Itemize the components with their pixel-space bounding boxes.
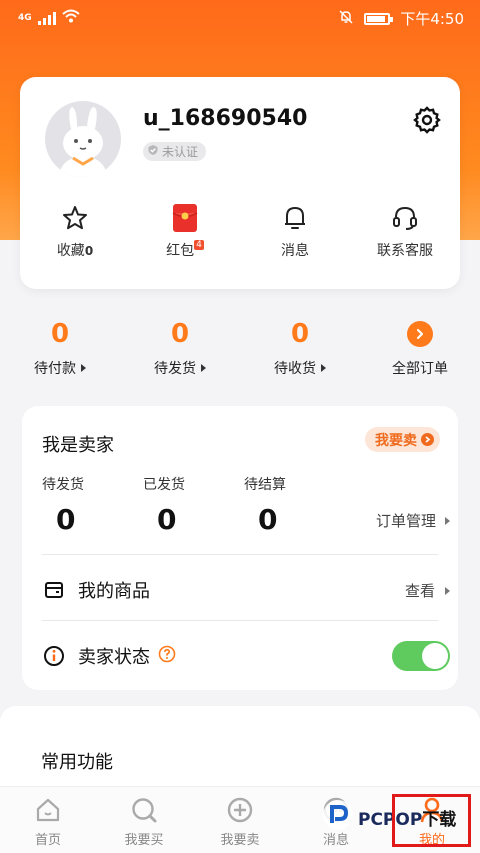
username[interactable]: u_168690540 xyxy=(143,106,307,131)
pending-shipment-label: 待发货 xyxy=(154,361,196,377)
seller-stat-shipped[interactable]: 已发货 0 xyxy=(143,474,223,536)
seller-status-row: 卖家状态 xyxy=(42,636,450,676)
tab-buy[interactable]: 我要买 xyxy=(99,795,189,848)
red-envelope-button[interactable]: 红包 4 xyxy=(130,202,240,260)
red-envelope-count: 4 xyxy=(194,240,204,250)
caret-right-icon xyxy=(81,364,86,372)
seller-stat-value: 0 xyxy=(157,503,177,536)
check-icon xyxy=(147,144,159,159)
arrow-right-circle-icon xyxy=(407,321,433,347)
sell-plus-icon xyxy=(195,795,285,825)
red-envelope-label: 红包 xyxy=(166,243,195,259)
caret-right-icon xyxy=(201,364,206,372)
seller-status-label: 卖家状态 xyxy=(78,647,150,668)
order-management-label: 订单管理 xyxy=(375,512,436,530)
pending-shipment-count: 0 xyxy=(170,319,190,349)
chevron-right-icon xyxy=(421,433,434,446)
tab-sell[interactable]: 我要卖 xyxy=(195,795,285,848)
watermark-logo-icon xyxy=(320,797,356,837)
avatar[interactable] xyxy=(45,101,121,177)
wallet-icon xyxy=(42,578,66,602)
messages-label: 消息 xyxy=(281,243,309,259)
verify-label: 未认证 xyxy=(162,145,199,159)
seller-stat-settlement[interactable]: 待结算 0 xyxy=(244,474,324,536)
tab-home-label: 首页 xyxy=(34,833,61,848)
status-bar: 4G 下午4:50 xyxy=(0,0,480,34)
seller-stat-value: 0 xyxy=(258,503,278,536)
sell-button-label: 我要卖 xyxy=(375,432,417,449)
red-envelope-icon xyxy=(130,202,240,234)
order-summary: 0 待付款 0 待发货 0 待收货 全部订单 xyxy=(0,318,480,378)
seller-stat-pending[interactable]: 待发货 0 xyxy=(42,474,122,536)
seller-stat-label: 已发货 xyxy=(143,477,185,493)
battery-icon xyxy=(364,12,394,25)
all-orders-label: 全部订单 xyxy=(392,361,448,377)
gear-icon[interactable] xyxy=(412,105,442,135)
caret-right-icon xyxy=(445,586,450,595)
favorites-label: 收藏 xyxy=(56,243,85,259)
seller-stat-label: 待结算 xyxy=(244,477,286,493)
pending-receipt-label: 待收货 xyxy=(274,361,316,377)
seller-status-toggle[interactable] xyxy=(392,641,450,671)
clock: 下午4:50 xyxy=(400,10,464,28)
my-goods-label: 我的商品 xyxy=(78,581,150,602)
pending-payment-label: 待付款 xyxy=(34,361,76,377)
order-management-link[interactable]: 订单管理 xyxy=(376,510,450,531)
seller-card: 我是卖家 我要卖 待发货 0 已发货 0 待结算 0 订单管理 我的商品 查看 xyxy=(22,406,458,690)
seller-title: 我是卖家 xyxy=(42,435,114,456)
network-label: 4G xyxy=(18,13,32,23)
profile-card: u_168690540 未认证 收藏0 红包 4 消息 联系客服 xyxy=(20,77,460,289)
my-goods-row[interactable]: 我的商品 查看 xyxy=(42,570,450,610)
wifi-icon xyxy=(61,9,80,27)
divider xyxy=(42,620,438,621)
favorites-button[interactable]: 收藏0 xyxy=(20,202,130,260)
verify-badge[interactable]: 未认证 xyxy=(143,142,207,161)
home-icon xyxy=(3,795,93,825)
star-icon xyxy=(20,202,130,234)
messages-button[interactable]: 消息 xyxy=(240,202,350,260)
all-orders-button[interactable]: 全部订单 xyxy=(360,318,480,378)
divider xyxy=(42,554,438,555)
view-goods-label: 查看 xyxy=(404,581,435,600)
order-pending-receipt[interactable]: 0 待收货 xyxy=(240,318,360,378)
tab-sell-label: 我要卖 xyxy=(220,833,260,848)
pending-receipt-count: 0 xyxy=(290,319,310,349)
tab-home[interactable]: 首页 xyxy=(3,795,93,848)
signal-icon xyxy=(37,11,56,25)
customer-service-label: 联系客服 xyxy=(377,243,433,259)
caret-right-icon xyxy=(445,517,450,525)
pending-payment-count: 0 xyxy=(50,319,70,349)
buy-icon xyxy=(99,795,189,825)
caret-right-icon xyxy=(321,364,326,372)
view-goods-link[interactable]: 查看 xyxy=(405,580,450,601)
sell-button[interactable]: 我要卖 xyxy=(365,427,440,452)
headset-icon xyxy=(350,202,460,234)
bell-icon xyxy=(240,202,350,234)
customer-service-button[interactable]: 联系客服 xyxy=(350,202,460,260)
seller-stat-value: 0 xyxy=(56,503,76,536)
mute-bell-icon xyxy=(338,9,354,29)
tab-buy-label: 我要买 xyxy=(124,833,164,848)
seller-stat-label: 待发货 xyxy=(42,477,84,493)
help-icon[interactable] xyxy=(158,645,176,667)
order-pending-payment[interactable]: 0 待付款 xyxy=(0,318,120,378)
highlight-box xyxy=(392,794,471,847)
common-functions-title: 常用功能 xyxy=(41,752,113,773)
quick-actions: 收藏0 红包 4 消息 联系客服 xyxy=(20,202,460,260)
info-icon xyxy=(42,644,66,668)
favorites-count: 0 xyxy=(84,244,94,258)
order-pending-shipment[interactable]: 0 待发货 xyxy=(120,318,240,378)
